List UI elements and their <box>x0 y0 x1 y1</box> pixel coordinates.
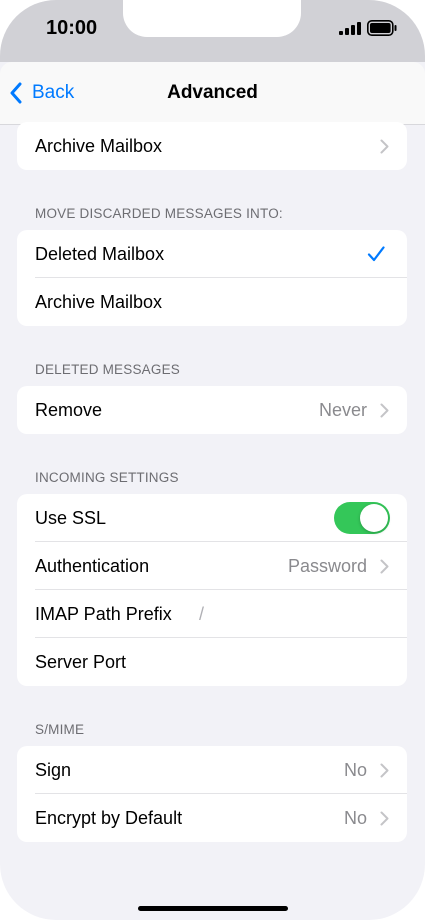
incoming-settings-group: Use SSL Authentication Password IMAP Pat… <box>17 494 407 686</box>
sign-value: No <box>343 759 367 780</box>
deleted-mailbox-row[interactable]: Deleted Mailbox <box>17 230 407 278</box>
encrypt-by-default-value: No <box>343 807 367 828</box>
imap-path-prefix-row[interactable]: IMAP Path Prefix / <box>17 590 407 638</box>
navigation-bar: Back Advanced <box>0 62 425 125</box>
home-indicator[interactable] <box>138 906 288 911</box>
archive-mailbox-row[interactable]: Archive Mailbox <box>17 122 407 170</box>
use-ssl-toggle[interactable] <box>334 502 390 534</box>
chevron-right-icon <box>380 559 389 574</box>
encrypt-by-default-row[interactable]: Encrypt by Default No <box>17 794 407 842</box>
sign-row[interactable]: Sign No <box>17 746 407 794</box>
chevron-right-icon <box>380 763 389 778</box>
status-time: 10:00 <box>46 17 98 39</box>
discarded-section-header: MOVE DISCARDED MESSAGES INTO: <box>35 206 283 221</box>
phone-screen: 10:00 Back Advanced Archive Mailbox MOVE… <box>0 0 425 920</box>
authentication-label: Authentication <box>35 555 150 576</box>
chevron-right-icon <box>380 139 389 154</box>
server-port-label: Server Port <box>35 651 127 672</box>
deleted-messages-group: Remove Never <box>17 386 407 434</box>
authentication-value: Password <box>287 555 367 576</box>
archive-mailbox-group: Archive Mailbox <box>17 122 407 170</box>
imap-path-prefix-field[interactable]: / <box>199 604 204 625</box>
deleted-mailbox-label: Deleted Mailbox <box>35 243 165 264</box>
battery-icon <box>367 20 397 36</box>
smime-section-header: S/MIME <box>35 722 85 737</box>
checkmark-icon <box>367 246 385 262</box>
smime-group: Sign No Encrypt by Default No <box>17 746 407 842</box>
incoming-settings-section-header: INCOMING SETTINGS <box>35 470 179 485</box>
notch <box>123 0 301 37</box>
remove-label: Remove <box>35 399 103 420</box>
remove-row[interactable]: Remove Never <box>17 386 407 434</box>
chevron-right-icon <box>380 811 389 826</box>
authentication-row[interactable]: Authentication Password <box>17 542 407 590</box>
page-title: Advanced <box>167 82 258 103</box>
use-ssl-label: Use SSL <box>35 507 107 528</box>
archive-mailbox-option-row[interactable]: Archive Mailbox <box>17 278 407 326</box>
server-port-row[interactable]: Server Port <box>17 638 407 686</box>
encrypt-by-default-label: Encrypt by Default <box>35 807 183 828</box>
imap-path-prefix-label: IMAP Path Prefix <box>35 603 172 624</box>
archive-mailbox-label: Archive Mailbox <box>35 135 163 156</box>
chevron-right-icon <box>380 403 389 418</box>
remove-value: Never <box>318 399 367 420</box>
cellular-signal-icon <box>339 22 361 35</box>
status-bar: 10:00 <box>0 0 425 62</box>
discarded-group: Deleted Mailbox Archive Mailbox <box>17 230 407 326</box>
toggle-knob <box>360 504 388 532</box>
archive-mailbox-option-label: Archive Mailbox <box>35 291 163 312</box>
deleted-messages-section-header: DELETED MESSAGES <box>35 362 180 377</box>
use-ssl-row: Use SSL <box>17 494 407 542</box>
sign-label: Sign <box>35 759 72 780</box>
